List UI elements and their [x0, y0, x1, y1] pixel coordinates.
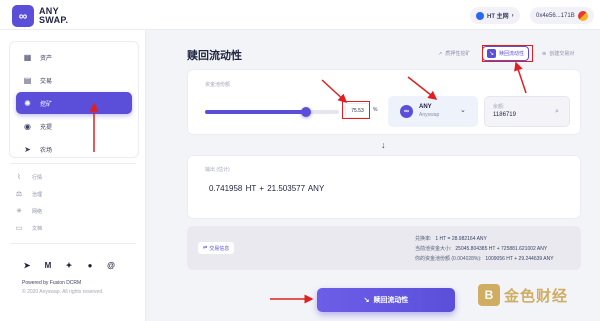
rate-row-your-share: 你的资金池份额 (0.004028%): 1009056 HT + 29.2446… — [415, 255, 554, 262]
rate-row-exchange: 兑换率: 1 HT = 28.982164 ANY — [415, 235, 487, 242]
rate-value: 1 HT = 28.982164 ANY — [435, 236, 487, 242]
rate-label: 你的资金池份额 (0.004028%): — [415, 256, 482, 262]
powered-by: Powered by Fusion DCRM — [22, 280, 82, 286]
chevron-right-icon: › — [511, 12, 514, 19]
telegram-icon[interactable]: ➤ — [22, 260, 32, 270]
watermark: B 金色财经 — [478, 284, 568, 306]
watermark-text: 金色财经 — [504, 287, 569, 305]
copyright: © 2020 Anyswap. All rights reserved. — [22, 289, 104, 295]
annotation-highlight — [15, 90, 133, 112]
balance-value: 1186719 — [493, 112, 516, 118]
send-icon: ➤ — [24, 144, 31, 154]
slider-fill — [205, 110, 307, 114]
token-name: Anyswap — [419, 112, 440, 118]
sidebar-item-farm[interactable]: ➤ 农场 — [16, 138, 132, 160]
sidebar-item-label: 资产 — [40, 55, 53, 62]
github-icon[interactable]: ● — [85, 260, 95, 270]
tab-create-pair[interactable]: ⊕ 创建交易对 — [538, 46, 578, 61]
output-label: 输出 (估计) — [205, 167, 230, 173]
percent-sign: % — [373, 107, 378, 113]
sidebar-item-label: 文档 — [32, 225, 43, 232]
logo-mark-icon: ∞ — [12, 5, 34, 27]
wallet-address-button[interactable]: 0x4e56...171B — [530, 7, 594, 24]
plus-circle-icon: ⊕ — [542, 50, 547, 57]
anyswap-token-icon: ∞ — [400, 105, 413, 118]
social-links: ➤ M ✦ ● @ — [22, 260, 116, 270]
sidebar: ▦ 资产 ▤ 交易 ✺ 挖矿 ◉ 充提 ➤ 农场 ⌇ 行情 ⚖ 治理 ✳ 网络 … — [0, 30, 146, 321]
arrow-down-icon: ↓ — [381, 140, 386, 150]
map-icon: ▤ — [23, 75, 32, 85]
email-icon[interactable]: @ — [106, 260, 116, 270]
percent-slider[interactable] — [205, 107, 339, 117]
remove-liquidity-button[interactable]: ↘ 赎回流动性 — [317, 288, 455, 312]
output-card: 输出 (估计) 0.741958 HT + 21.503577 ANY — [187, 155, 581, 219]
annotation-box-tab — [482, 45, 533, 62]
sidebar-item-label: 交易 — [40, 78, 53, 85]
network-icon — [476, 11, 484, 20]
search-icon[interactable]: ⌕ — [555, 108, 559, 116]
token-symbol: ANY — [419, 104, 432, 110]
swap-icon: ⇄ — [203, 245, 208, 251]
rate-info-card: ⇄ 交易信息 兑换率: 1 HT = 28.982164 ANY 当前池资金大小:… — [187, 226, 581, 270]
network-label: HT 主网 — [487, 14, 509, 20]
chart-icon: ⌇ — [17, 174, 21, 181]
network-selector[interactable]: HT 主网 › — [470, 7, 520, 24]
annotation-box-percent — [342, 101, 370, 119]
sidebar-item-label: 农场 — [40, 147, 53, 154]
sidebar-divider — [10, 243, 136, 244]
rate-row-pool-size: 当前池资金大小: 25045.804385 HT + 725881.621002 … — [415, 245, 547, 252]
chevron-down-icon: ⌄ — [460, 107, 466, 114]
balance-box: 余额: 1186719 ⌕ — [484, 96, 570, 127]
scale-icon: ⚖ — [15, 191, 23, 198]
submit-label: 赎回流动性 — [373, 297, 409, 304]
sidebar-item-label: 网络 — [32, 208, 43, 215]
twitter-icon[interactable]: ✦ — [64, 260, 74, 270]
top-header: ∞ ANY SWAP. HT 主网 › 0x4e56...171B — [0, 0, 600, 30]
sidebar-item-governance[interactable]: ⚖ 治理 — [15, 187, 125, 201]
sidebar-item-trade[interactable]: ▤ 交易 — [16, 69, 132, 91]
trade-info-button[interactable]: ⇄ 交易信息 — [198, 242, 235, 254]
trend-icon: ↗ — [438, 50, 443, 57]
rate-label: 当前池资金大小: — [415, 246, 452, 252]
sidebar-item-label: 充提 — [40, 124, 53, 131]
grid-icon: ▦ — [23, 52, 32, 62]
sidebar-item-assets[interactable]: ▦ 资产 — [16, 46, 132, 68]
rate-label: 兑换率: — [415, 236, 432, 242]
logo-text-line2: SWAP. — [39, 15, 69, 25]
sidebar-item-market[interactable]: ⌇ 行情 — [15, 170, 125, 184]
pool-share-label: 资金池份额 — [205, 82, 231, 88]
sidebar-divider — [10, 163, 136, 164]
tab-label: 创建交易对 — [549, 51, 575, 57]
tab-label: 质押性挖矿 — [445, 51, 471, 57]
rate-value: 1009056 HT + 29.244639 ANY — [485, 256, 554, 262]
anyswap-logo[interactable]: ∞ ANY SWAP. — [12, 5, 68, 27]
slider-handle[interactable] — [301, 107, 312, 117]
avatar — [577, 10, 588, 21]
tab-liquidity-mining[interactable]: ↗ 质押性挖矿 — [434, 46, 474, 61]
coins-icon: ◉ — [24, 121, 31, 131]
wallet-address: 0x4e56...171B — [536, 12, 575, 19]
page-title: 赎回流动性 — [187, 50, 242, 62]
token-selector[interactable]: ∞ ANY Anyswap ⌄ — [388, 96, 478, 127]
watermark-logo-icon: B — [478, 284, 500, 306]
sidebar-item-docs[interactable]: ▭ 文档 — [15, 221, 125, 235]
sidebar-item-label: 治理 — [32, 191, 43, 198]
rate-value: 25045.804385 HT + 725881.621002 ANY — [455, 246, 548, 252]
sidebar-item-bridge[interactable]: ◉ 充提 — [16, 115, 132, 137]
document-icon: ▭ — [15, 225, 23, 232]
trade-info-label: 交易信息 — [209, 245, 230, 252]
medium-icon[interactable]: M — [43, 260, 53, 270]
remove-amount-card: 资金池份额 % ∞ ANY Anyswap ⌄ 余额: 1186719 ⌕ — [187, 69, 581, 135]
network-node-icon: ✳ — [16, 208, 22, 215]
sidebar-item-label: 行情 — [32, 174, 43, 181]
balance-label: 余额: — [493, 104, 505, 110]
remove-liquidity-icon: ↘ — [363, 297, 370, 304]
output-value: 0.741958 HT + 21.503577 ANY — [209, 184, 325, 193]
sidebar-item-network[interactable]: ✳ 网络 — [15, 204, 125, 218]
